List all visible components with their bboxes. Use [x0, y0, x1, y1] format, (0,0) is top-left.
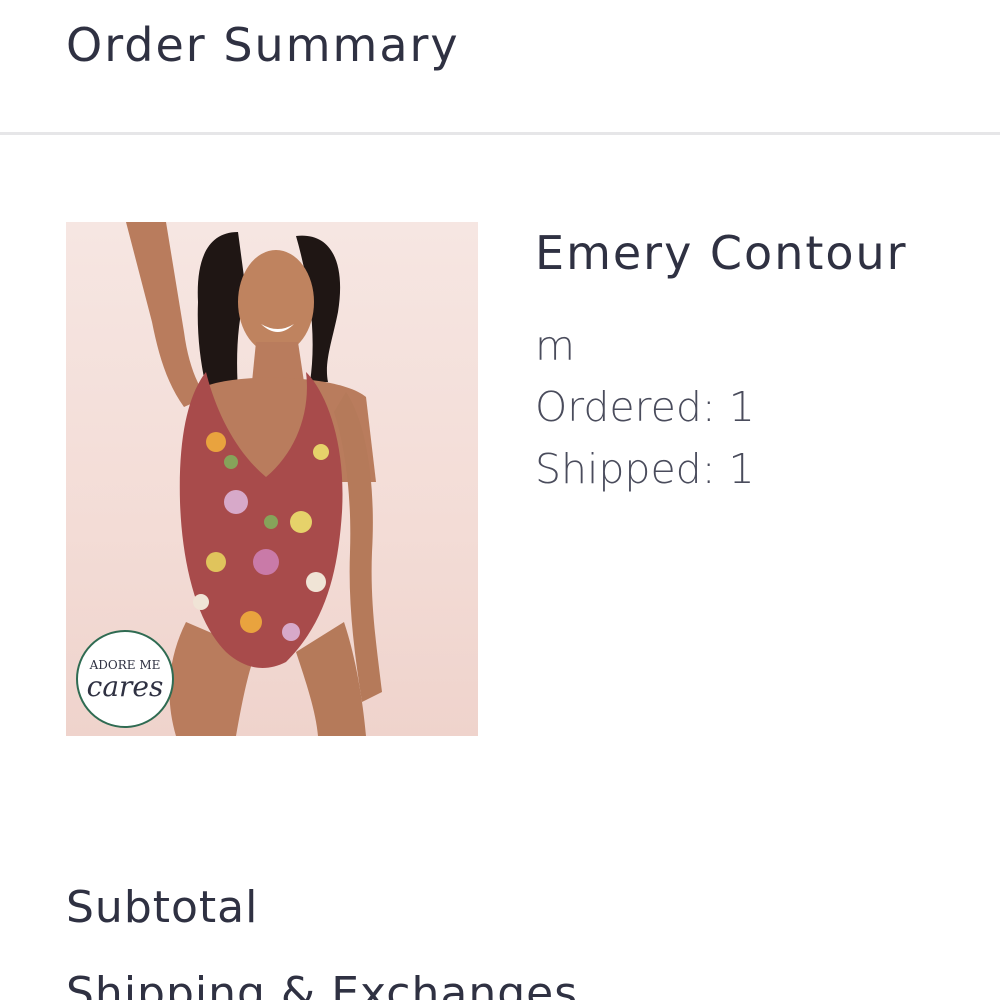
- header-divider: [0, 132, 1000, 135]
- page-title: Order Summary: [66, 18, 460, 72]
- ordered-quantity: Ordered: 1: [535, 383, 755, 431]
- adore-me-cares-badge: ADORE ME cares: [76, 630, 174, 728]
- badge-bottom-text: cares: [86, 670, 164, 703]
- product-image[interactable]: ADORE ME cares: [66, 222, 478, 736]
- shipped-quantity: Shipped: 1: [535, 445, 755, 493]
- shipping-exchanges-label: Shipping & Exchanges: [66, 968, 579, 1000]
- order-summary-page: Order Summary ADORE ME cares Emery Conto…: [0, 0, 1000, 1000]
- product-size: m: [535, 322, 575, 370]
- header: Order Summary: [0, 0, 1000, 133]
- subtotal-label: Subtotal: [66, 882, 259, 933]
- product-name[interactable]: Emery Contour: [535, 226, 908, 280]
